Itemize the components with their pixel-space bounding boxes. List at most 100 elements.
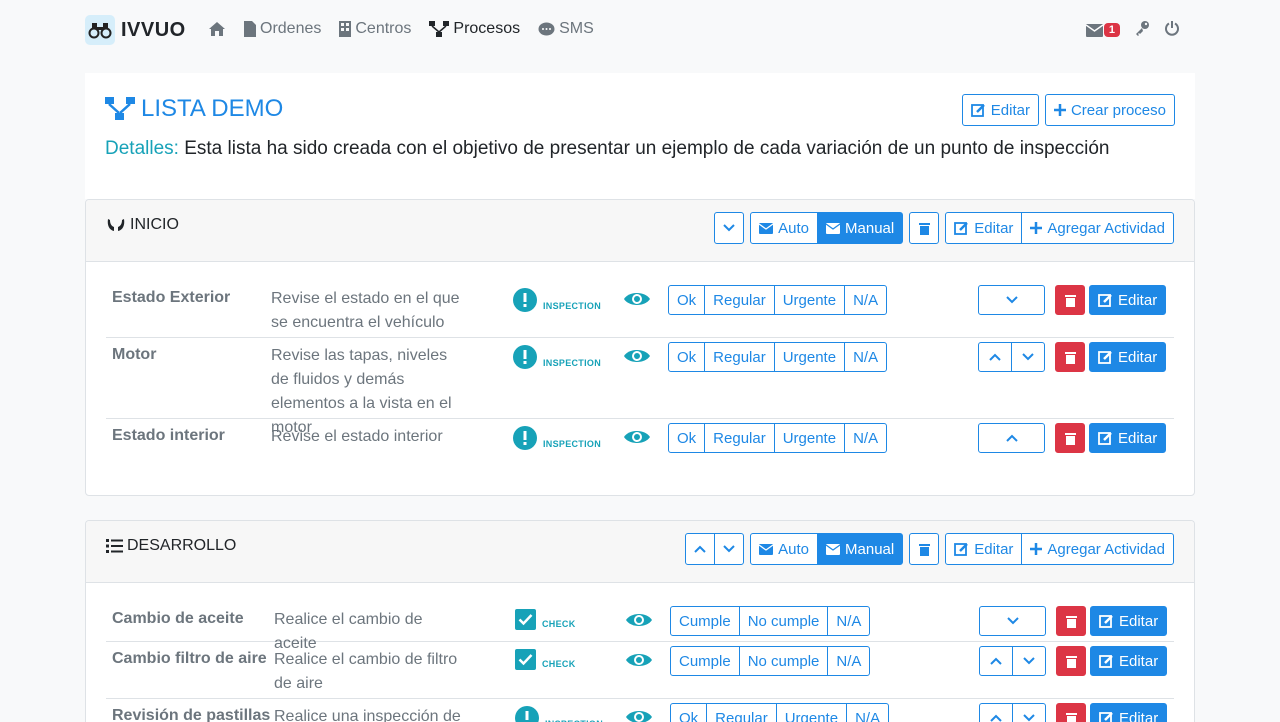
eye-icon[interactable]	[623, 290, 651, 312]
option-button[interactable]: N/A	[844, 342, 888, 372]
manual-button[interactable]: Manual	[817, 533, 904, 565]
nav-centros[interactable]: Centros	[339, 20, 411, 38]
eye-icon[interactable]	[625, 651, 653, 673]
move-up-button[interactable]	[979, 703, 1013, 722]
option-button[interactable]: Urgente	[775, 703, 848, 722]
delete-section-button[interactable]	[909, 212, 940, 244]
chevron-down-icon	[1023, 714, 1035, 722]
power-icon[interactable]	[1164, 20, 1180, 40]
option-button[interactable]: Ok	[668, 342, 706, 372]
row-delete	[1056, 606, 1086, 636]
move-down-button[interactable]	[1011, 342, 1045, 372]
section-inicio: INICIO Auto Manual Editar Agregar Activi…	[85, 199, 1195, 496]
move-down-button[interactable]	[979, 606, 1046, 636]
details-label: Detalles:	[105, 138, 179, 159]
header-actions: Editar Crear proceso	[961, 94, 1175, 126]
move-up-button[interactable]	[978, 423, 1045, 453]
create-process-label: Crear proceso	[1070, 101, 1166, 119]
move-down-button[interactable]	[714, 212, 745, 244]
auto-button[interactable]: Auto	[750, 533, 819, 565]
edit-row-button[interactable]: Editar	[1089, 423, 1167, 453]
option-button[interactable]: Regular	[704, 342, 775, 372]
edit-row-button[interactable]: Editar	[1089, 285, 1167, 315]
activity-type-label: CHECK	[542, 619, 576, 629]
create-process-button[interactable]: Crear proceso	[1044, 94, 1175, 126]
option-button[interactable]: Ok	[668, 285, 706, 315]
option-button[interactable]: Regular	[704, 423, 775, 453]
edit-section-label: Editar	[974, 540, 1014, 558]
move-down-button[interactable]	[1012, 646, 1046, 676]
delete-row-button[interactable]	[1056, 703, 1086, 722]
manual-button[interactable]: Manual	[817, 212, 904, 244]
add-activity-button[interactable]: Agregar Actividad	[1021, 533, 1174, 565]
move-down-button[interactable]	[978, 285, 1045, 315]
edit-row-button[interactable]: Editar	[1090, 703, 1168, 722]
option-button[interactable]: No cumple	[738, 606, 829, 636]
nav-home[interactable]	[208, 21, 226, 37]
move-up-button[interactable]	[685, 533, 716, 565]
delete-row-button[interactable]	[1055, 285, 1085, 315]
row-edit: Editar	[1090, 646, 1168, 676]
chevron-up-icon	[1005, 434, 1018, 442]
option-button[interactable]: N/A	[846, 703, 890, 722]
eye-icon[interactable]	[623, 347, 651, 369]
edit-section-button[interactable]: Editar	[945, 212, 1023, 244]
chevron-up-icon	[694, 545, 706, 553]
option-button[interactable]: Ok	[670, 703, 708, 722]
option-button[interactable]: Urgente	[773, 285, 846, 315]
check-square-icon	[515, 649, 536, 670]
key-icon[interactable]	[1134, 20, 1150, 40]
delete-section-button[interactable]	[909, 533, 940, 565]
row-move	[978, 423, 1045, 453]
edit-section-button[interactable]: Editar	[945, 533, 1023, 565]
option-button[interactable]: N/A	[827, 606, 871, 636]
option-button[interactable]: Regular	[704, 285, 775, 315]
eye-icon[interactable]	[625, 708, 653, 722]
option-button[interactable]: Urgente	[773, 423, 846, 453]
edit-icon	[1099, 655, 1113, 668]
option-button[interactable]: Urgente	[773, 342, 846, 372]
answer-options: Ok Regular Urgente N/A	[668, 285, 888, 315]
option-button[interactable]: No cumple	[738, 646, 829, 676]
add-activity-label: Agregar Actividad	[1047, 219, 1165, 237]
mail-notifications[interactable]: 1	[1085, 23, 1120, 37]
comment-icon	[538, 22, 555, 35]
eye-icon[interactable]	[623, 428, 651, 450]
option-button[interactable]: Cumple	[670, 606, 740, 636]
brand[interactable]: IVVUO	[85, 15, 186, 45]
option-button[interactable]: N/A	[844, 285, 888, 315]
edit-row-button[interactable]: Editar	[1089, 342, 1167, 372]
eye-icon[interactable]	[625, 611, 653, 633]
move-up-button[interactable]	[979, 646, 1013, 676]
main-nav: Ordenes Centros Procesos SMS	[208, 20, 594, 38]
add-activity-button[interactable]: Agregar Actividad	[1021, 212, 1174, 244]
edit-process-button[interactable]: Editar	[961, 94, 1039, 126]
option-button[interactable]: N/A	[844, 423, 888, 453]
row-move	[978, 285, 1045, 315]
delete-row-button[interactable]	[1055, 423, 1085, 453]
process-header-card: LISTA DEMO Detalles: Esta lista ha sido …	[85, 73, 1195, 199]
option-button[interactable]: Regular	[706, 703, 777, 722]
edit-row-button[interactable]: Editar	[1090, 646, 1168, 676]
edit-row-button[interactable]: Editar	[1090, 606, 1168, 636]
delete-row-button[interactable]	[1056, 606, 1086, 636]
list-icon	[106, 539, 123, 553]
move-down-button[interactable]	[714, 533, 745, 565]
delete-row-button[interactable]	[1055, 342, 1085, 372]
section-title: INICIO	[106, 216, 179, 234]
row-move	[979, 703, 1046, 722]
option-button[interactable]: Ok	[668, 423, 706, 453]
row-edit: Editar	[1089, 342, 1167, 372]
row-edit: Editar	[1089, 285, 1167, 315]
delete-row-button[interactable]	[1056, 646, 1086, 676]
trash-icon	[1065, 712, 1077, 722]
nav-sms[interactable]: SMS	[538, 20, 594, 38]
option-button[interactable]: N/A	[827, 646, 871, 676]
auto-button[interactable]: Auto	[750, 212, 819, 244]
move-up-button[interactable]	[978, 342, 1012, 372]
edit-icon	[1098, 351, 1112, 364]
option-button[interactable]: Cumple	[670, 646, 740, 676]
move-down-button[interactable]	[1012, 703, 1046, 722]
nav-ordenes[interactable]: Ordenes	[244, 20, 321, 38]
nav-procesos[interactable]: Procesos	[429, 20, 520, 38]
